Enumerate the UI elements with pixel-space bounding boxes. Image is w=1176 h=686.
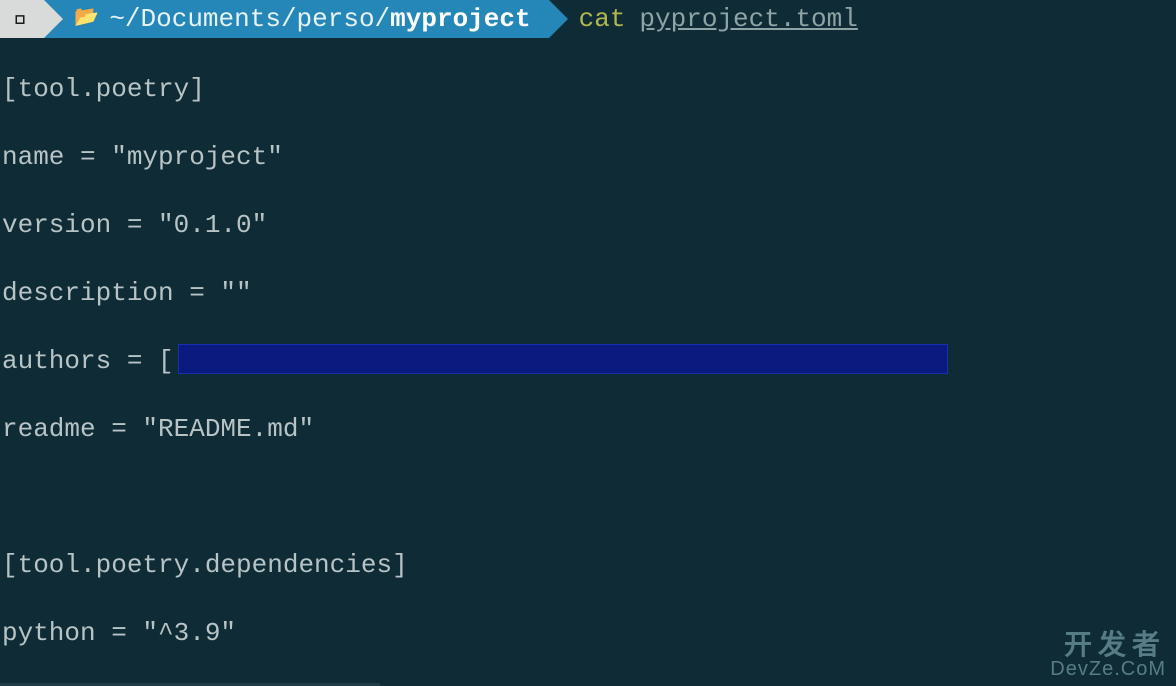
- output-line: version = "0.1.0": [2, 208, 1176, 242]
- path-prefix: ~/Documents/perso/: [109, 2, 390, 36]
- apple-icon: : [14, 7, 28, 31]
- output-line: python = "^3.9": [2, 616, 1176, 650]
- path-project: myproject: [390, 2, 530, 36]
- command-segment[interactable]: cat pyproject.toml: [549, 0, 858, 38]
- output-line: readme = "README.md": [2, 412, 1176, 446]
- output-line: name = "myproject": [2, 140, 1176, 174]
- prompt-bar[interactable]:  📂 ~/Documents/perso/myproject cat pypr…: [0, 0, 1176, 38]
- watermark-line1: 开发者: [1050, 630, 1166, 659]
- watermark: 开发者 DevZe.CoM: [1050, 630, 1166, 680]
- watermark-line2: DevZe.CoM: [1050, 659, 1166, 680]
- output-line-authors: authors = [: [2, 344, 1176, 378]
- output-line: description = "": [2, 276, 1176, 310]
- command-argument: pyproject.toml: [639, 2, 857, 36]
- path-segment: 📂 ~/Documents/perso/myproject: [44, 0, 548, 38]
- output-line: [tool.poetry.dependencies]: [2, 548, 1176, 582]
- folder-open-icon: 📂: [74, 2, 99, 36]
- terminal-output[interactable]: [tool.poetry] name = "myproject" version…: [0, 38, 1176, 686]
- output-blank: [2, 480, 1176, 514]
- output-line: [tool.poetry]: [2, 72, 1176, 106]
- command-name: cat: [579, 2, 626, 36]
- redacted-block: [178, 344, 948, 374]
- authors-prefix: authors = [: [2, 346, 174, 376]
- apple-segment: : [0, 0, 44, 38]
